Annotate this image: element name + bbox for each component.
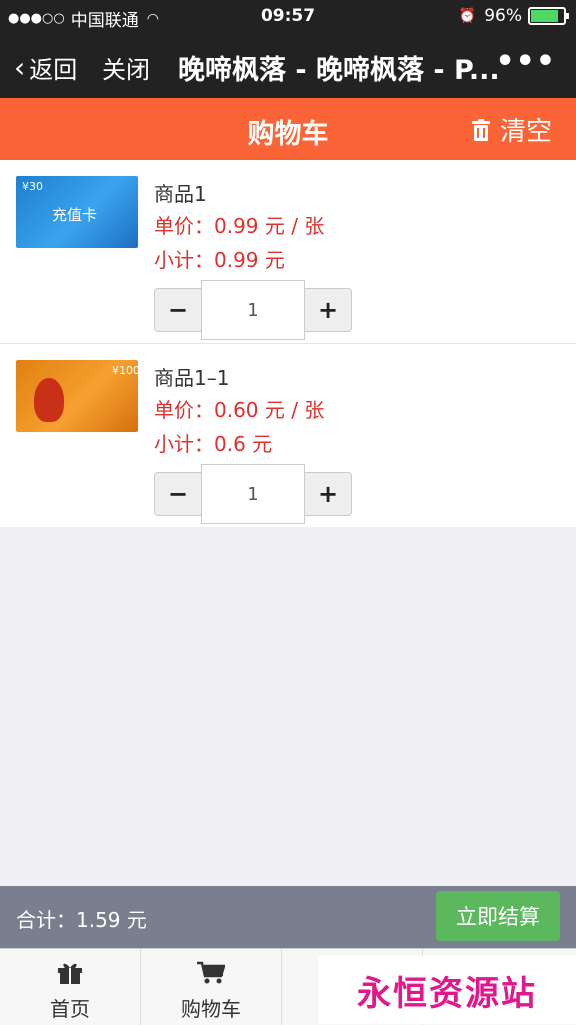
quantity-input[interactable]: 1 — [201, 464, 305, 524]
nav-bar: ‹ 返回 关闭 晚啼枫落 - 晚啼枫落 - P... ••• — [0, 32, 576, 98]
cart-item: ¥100 商品1–1 单价：0.60 元 / 张 小计：0.6 元 − 1 + — [0, 344, 576, 527]
thumb-text: 充值卡 — [52, 206, 98, 224]
back-button[interactable]: ‹ 返回 — [14, 50, 77, 85]
quantity-stepper: − 1 + — [154, 280, 352, 340]
quantity-input[interactable]: 1 — [201, 280, 305, 340]
thumb-value: ¥100 — [112, 364, 140, 377]
status-right: ⏰ 96% — [458, 6, 569, 26]
unit-price: 单价：0.99 元 / 张 — [154, 214, 325, 238]
total-bar: 合计：1.59 元 立即结算 — [0, 886, 576, 948]
cart-total: 合计：1.59 元 — [16, 908, 147, 932]
chevron-left-icon: ‹ — [14, 51, 26, 84]
clear-label: 清空 — [499, 117, 552, 147]
checkout-button[interactable]: 立即结算 — [436, 891, 560, 941]
product-name[interactable]: 商品1–1 — [154, 362, 229, 391]
cart-header: 购物车 清空 — [0, 98, 576, 160]
cart-item: ¥30 充值卡 商品1 单价：0.99 元 / 张 小计：0.99 元 − 1 … — [0, 160, 576, 344]
battery-icon — [528, 7, 569, 25]
product-image[interactable]: ¥100 — [16, 360, 140, 432]
item-subtotal: 小计：0.99 元 — [154, 248, 285, 272]
thumb-value: ¥30 — [22, 180, 43, 193]
product-name[interactable]: 商品1 — [154, 178, 207, 207]
tab-label: 首页 — [50, 997, 90, 1021]
alarm-icon: ⏰ — [458, 8, 477, 24]
close-button[interactable]: 关闭 — [102, 50, 150, 85]
quantity-stepper: − 1 + — [154, 464, 352, 524]
tab-home[interactable]: 首页 — [0, 949, 141, 1025]
more-icon[interactable]: ••• — [495, 44, 556, 79]
tab-cart[interactable]: 购物车 — [141, 949, 282, 1025]
tab-label: 购物车 — [181, 997, 241, 1021]
increase-button[interactable]: + — [304, 472, 352, 516]
unit-price: 单价：0.60 元 / 张 — [154, 398, 325, 422]
clear-button[interactable]: 清空 — [471, 111, 552, 148]
trash-icon — [471, 118, 490, 141]
decrease-button[interactable]: − — [154, 288, 202, 332]
increase-button[interactable]: + — [304, 288, 352, 332]
status-bar: ●●●○○ 中国联通 ◠ 09:57 ⏰ 96% — [0, 0, 576, 32]
mascot-icon — [34, 378, 64, 422]
page-title: 晚啼枫落 - 晚啼枫落 - P... — [178, 55, 500, 86]
back-label: 返回 — [29, 56, 78, 84]
product-image[interactable]: ¥30 充值卡 — [16, 176, 138, 248]
item-subtotal: 小计：0.6 元 — [154, 432, 273, 456]
cart-icon — [141, 959, 281, 987]
gift-icon — [0, 959, 140, 987]
decrease-button[interactable]: − — [154, 472, 202, 516]
battery-percent: 96% — [484, 6, 522, 26]
watermark: 永恒资源站 — [318, 956, 576, 1024]
